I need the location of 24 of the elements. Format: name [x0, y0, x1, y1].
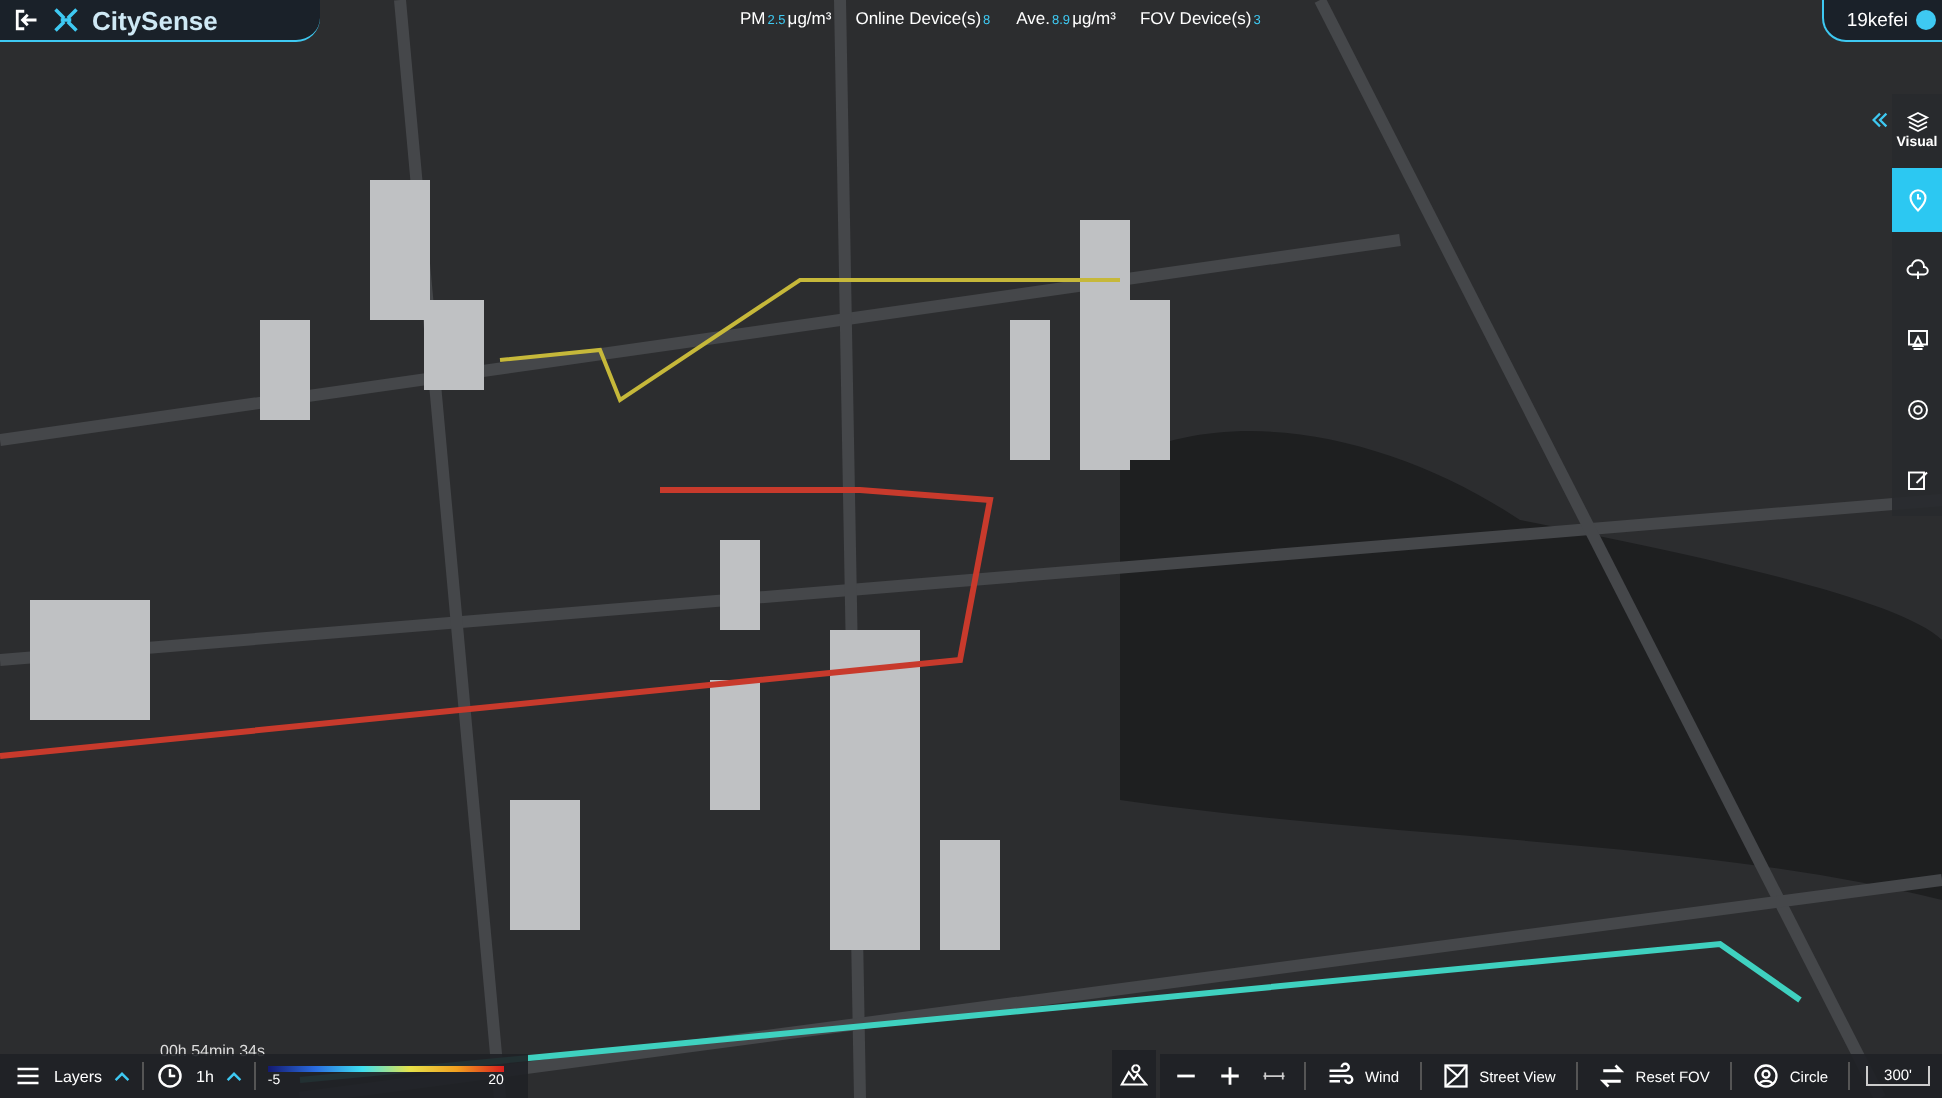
app-name: CitySense — [92, 5, 218, 35]
cloud-icon — [1905, 258, 1929, 282]
layers-icon — [1905, 110, 1929, 134]
clock-icon[interactable] — [156, 1062, 185, 1090]
time-range-value[interactable]: 1h — [196, 1067, 214, 1085]
double-chevron-icon[interactable] — [1872, 110, 1888, 130]
zoom-in-icon[interactable] — [1216, 1062, 1245, 1090]
layers-label[interactable]: Layers — [54, 1067, 103, 1085]
logo-icon — [52, 6, 80, 34]
exit-icon[interactable] — [12, 6, 40, 34]
monitor-warning-icon — [1905, 328, 1929, 352]
street-view-icon — [1441, 1062, 1470, 1090]
wind-icon — [1326, 1062, 1355, 1090]
menu-icon[interactable] — [14, 1062, 42, 1090]
map-view-button[interactable] — [1112, 1050, 1157, 1098]
pin-icon — [1905, 188, 1929, 212]
caret-icon[interactable] — [114, 1071, 131, 1081]
circle-icon — [1751, 1062, 1780, 1090]
edit-icon — [1905, 468, 1929, 492]
user-name[interactable]: 19kefei — [1846, 9, 1908, 31]
elapsed-time-label: 00h 54min 34s — [160, 1042, 265, 1060]
avatar-icon[interactable] — [1916, 10, 1936, 30]
reset-icon — [1597, 1062, 1626, 1090]
caret-icon[interactable] — [225, 1071, 242, 1081]
